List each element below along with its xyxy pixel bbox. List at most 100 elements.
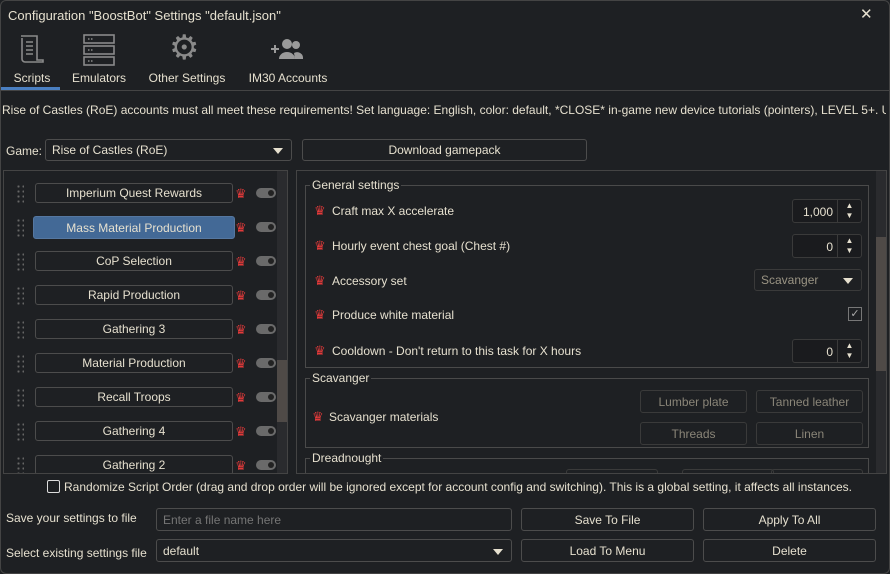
settings-panel: General settings ♛ Craft max X accelerate… [296,170,887,474]
drag-handle-icon[interactable] [16,456,24,473]
drag-handle-icon[interactable] [16,354,24,374]
crown-icon: ♛ [314,203,326,218]
randomize-checkbox[interactable] [47,480,60,493]
game-label: Game: [6,144,43,158]
script-button[interactable]: Imperium Quest Rewards [35,183,233,203]
group-title: Scavanger [310,371,372,385]
script-button[interactable]: Gathering 2 [35,455,233,473]
script-toggle[interactable] [256,460,276,470]
settings-scrollbar[interactable] [876,171,886,473]
scrollbar-thumb[interactable] [876,237,886,371]
randomize-label: Randomize Script Order (drag and drop or… [64,480,852,494]
script-item: Recall Troops ♛ [4,386,284,410]
crown-icon: ♛ [235,254,247,269]
drag-handle-icon[interactable] [16,252,24,272]
tab-label: Emulators [71,71,127,85]
scroll-icon [21,35,44,63]
drag-handle-icon[interactable] [16,422,24,442]
crown-icon: ♛ [235,322,247,337]
crown-icon: ♛ [312,409,324,424]
craft-max-spinbox[interactable]: 1,000 ▲ ▼ [792,199,862,223]
script-item: Rapid Production ♛ [4,284,284,308]
setting-label: Hourly event chest goal (Chest #) [332,239,511,253]
close-button[interactable]: ✕ [860,5,873,23]
scrollbar-thumb[interactable] [277,360,287,422]
script-item: Gathering 4 ♛ [4,420,284,444]
spinbox-value: 1,000 [802,205,833,219]
dreadnought-option-button[interactable] [771,469,863,473]
script-toggle[interactable] [256,256,276,266]
chest-goal-spinbox[interactable]: 0 ▲ ▼ [792,234,862,258]
apply-to-all-button[interactable]: Apply To All [703,508,876,531]
drag-handle-icon[interactable] [16,286,24,306]
dreadnought-option-button[interactable] [566,469,658,473]
save-to-file-button[interactable]: Save To File [521,508,694,531]
game-value: Rise of Castles (RoE) [52,143,168,157]
tab-label: Scripts [13,71,51,85]
script-toggle[interactable] [256,426,276,436]
spin-arrows-icon[interactable]: ▲ ▼ [837,200,861,222]
dreadnought-group: Dreadnought [305,451,869,473]
drag-handle-icon[interactable] [16,184,24,204]
drag-handle-icon[interactable] [16,218,24,238]
script-list: Imperium Quest Rewards ♛ Mass Material Pro… [3,170,288,474]
script-button[interactable]: Material Production [35,353,233,373]
load-to-menu-button[interactable]: Load To Menu [521,539,694,562]
download-gamepack-button[interactable]: Download gamepack [302,139,587,161]
server-icon [83,34,115,66]
script-toggle[interactable] [256,358,276,368]
tab-emulators[interactable]: Emulators [68,30,130,90]
setting-label: Produce white material [332,308,455,322]
tab-other-settings[interactable]: ⚙ Other Settings [145,29,229,90]
material-lumber-plate-button[interactable]: Lumber plate [640,390,747,413]
script-toggle[interactable] [256,324,276,334]
setting-label: Accessory set [332,274,407,288]
dreadnought-option-button[interactable] [682,469,774,473]
crown-icon: ♛ [314,238,326,253]
script-toggle[interactable] [256,290,276,300]
material-tanned-leather-button[interactable]: Tanned leather [756,390,863,413]
script-list-scrollbar[interactable] [277,171,287,473]
material-threads-button[interactable]: Threads [640,422,747,445]
white-material-checkbox[interactable]: ✓ [848,307,862,321]
spin-arrows-icon[interactable]: ▲ ▼ [837,340,861,362]
crown-icon: ♛ [235,220,247,235]
delete-button[interactable]: Delete [703,539,876,562]
script-toggle[interactable] [256,188,276,198]
crown-icon: ♛ [235,288,247,303]
settings-file-select[interactable]: default [156,539,512,562]
script-button[interactable]: Gathering 3 [35,319,233,339]
spinbox-value: 0 [826,345,833,359]
drag-handle-icon[interactable] [16,388,24,408]
cooldown-spinbox[interactable]: 0 ▲ ▼ [792,339,862,363]
spin-arrows-icon[interactable]: ▲ ▼ [837,235,861,257]
script-button[interactable]: CoP Selection [35,251,233,271]
tab-im30-accounts[interactable]: IM30 Accounts [244,30,332,90]
drag-handle-icon[interactable] [16,320,24,340]
setting-accessory-set: ♛ Accessory set Scavanger [314,269,862,293]
tab-label: Other Settings [148,71,226,85]
script-item: Imperium Quest Rewards ♛ [4,182,284,206]
script-toggle[interactable] [256,222,276,232]
crown-icon: ♛ [314,273,326,288]
tab-divider [0,90,890,91]
scavanger-materials-label: Scavanger materials [329,410,439,424]
tab-scripts[interactable]: Scripts [4,30,60,90]
general-settings-group: General settings ♛ Craft max X accelerate… [305,178,869,368]
script-button[interactable]: Mass Material Production [33,216,235,239]
material-linen-button[interactable]: Linen [756,422,863,445]
accessory-set-select[interactable]: Scavanger [754,269,862,291]
script-button[interactable]: Recall Troops [35,387,233,407]
script-button[interactable]: Gathering 4 [35,421,233,441]
file-name-input[interactable] [156,508,512,531]
crown-icon: ♛ [235,458,247,473]
game-select[interactable]: Rise of Castles (RoE) [45,139,292,161]
scavanger-group: Scavanger ♛ Scavanger materials Lumber p… [305,371,869,448]
save-label: Save your settings to file [6,511,137,525]
script-button[interactable]: Rapid Production [35,285,233,305]
chevron-down-icon [273,148,283,154]
spinbox-value: 0 [826,240,833,254]
group-title: General settings [310,178,402,192]
setting-cooldown: ♛ Cooldown - Don't return to this task fo… [314,339,862,363]
script-toggle[interactable] [256,392,276,402]
